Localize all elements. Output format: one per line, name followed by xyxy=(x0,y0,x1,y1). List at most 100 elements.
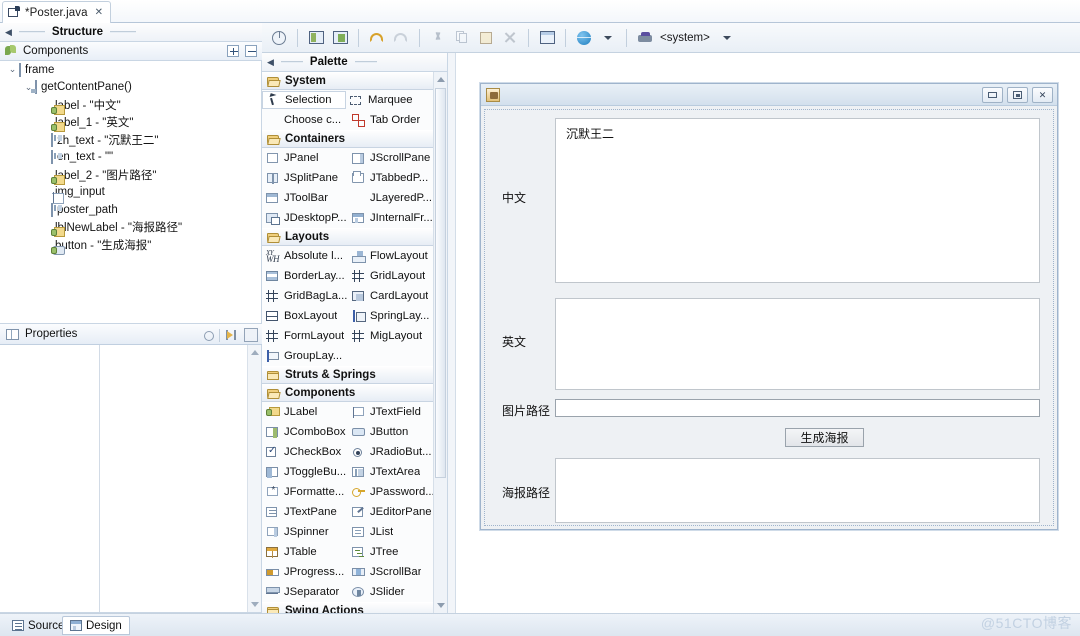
palette-item-jtabbedp[interactable]: JTabbedP... xyxy=(348,168,434,188)
cut-button[interactable] xyxy=(427,27,449,49)
palette-item-formlayout[interactable]: FormLayout xyxy=(262,326,348,346)
tree-item[interactable]: ·label_2 - "图片路径" xyxy=(0,166,261,184)
restore-default-icon[interactable] xyxy=(204,331,214,341)
palette-scrollbar[interactable] xyxy=(433,72,447,613)
palette-item-jspinner[interactable]: JSpinner xyxy=(262,522,348,542)
sync-button[interactable] xyxy=(329,27,351,49)
palette-item-jtextarea[interactable]: JTextArea xyxy=(348,462,434,482)
palette-item-gridlayout[interactable]: GridLayout xyxy=(348,266,434,286)
palette-item-jseparator[interactable]: JSeparator xyxy=(262,582,348,602)
palette-item-jeditorpane[interactable]: JEditorPane xyxy=(348,502,434,522)
tree-item[interactable]: ⌄frame xyxy=(0,61,261,79)
maximize-icon[interactable] xyxy=(1007,87,1028,103)
locale-dropdown-button[interactable] xyxy=(597,27,619,49)
swing-frame-preview[interactable]: ✕ 中文 沉默王二 英文 xyxy=(480,83,1058,530)
palette-category-swing-actions[interactable]: Swing Actions xyxy=(262,602,434,613)
palette-item-jradiobut[interactable]: JRadioBut... xyxy=(348,442,434,462)
palette-item-gridbagla[interactable]: GridBagLa... xyxy=(262,286,348,306)
scroll-down-icon[interactable] xyxy=(437,603,445,608)
tree-item[interactable]: ·zh_text - "沉默王二" xyxy=(0,131,261,149)
refresh-button[interactable] xyxy=(268,27,290,49)
palette-item-jlabel[interactable]: JLabel xyxy=(262,402,348,422)
palette-item-springlay[interactable]: SpringLay... xyxy=(348,306,434,326)
component-tree[interactable]: ⌄frame⌄getContentPane()·label - "中文"·lab… xyxy=(0,61,262,323)
paste-button[interactable] xyxy=(475,27,497,49)
palette-item-jtoolbar[interactable]: JToolBar xyxy=(262,188,348,208)
palette-item-jtextpane[interactable]: JTextPane xyxy=(262,502,348,522)
look-and-feel-dropdown-button[interactable] xyxy=(716,27,738,49)
expand-twisty-icon[interactable]: ⌄ xyxy=(6,64,19,75)
frame-content-pane[interactable]: 中文 沉默王二 英文 图片路径 xyxy=(484,109,1054,526)
palette-item-tab-order[interactable]: Tab Order xyxy=(348,110,434,130)
design-canvas[interactable]: ✕ 中文 沉默王二 英文 xyxy=(448,53,1080,613)
scroll-up-icon[interactable] xyxy=(437,77,445,82)
close-icon[interactable]: ✕ xyxy=(95,7,103,18)
undo-button[interactable] xyxy=(366,27,388,49)
palette-item-jscrollpane[interactable]: JScrollPane xyxy=(348,148,434,168)
palette-item-jlist[interactable]: JList xyxy=(348,522,434,542)
palette-item-jscrollbar[interactable]: JScrollBar xyxy=(348,562,434,582)
textfield-img-path[interactable] xyxy=(555,399,1040,417)
palette-category-system[interactable]: System xyxy=(262,72,434,90)
palette-item-selection[interactable]: Selection xyxy=(262,91,346,109)
goto-definition-icon[interactable] xyxy=(244,328,258,342)
palette[interactable]: SystemSelectionMarqueeChoose c...Tab Ord… xyxy=(262,72,448,613)
tree-item[interactable]: ·button - "生成海报" xyxy=(0,236,261,254)
show-advanced-icon[interactable] xyxy=(225,328,239,342)
textarea-poster-path[interactable] xyxy=(555,458,1040,523)
palette-item-jtogglebu[interactable]: JToggleBu... xyxy=(262,462,348,482)
palette-item-borderlay[interactable]: BorderLay... xyxy=(262,266,348,286)
palette-item-jinternalfr[interactable]: JInternalFr... xyxy=(348,208,434,228)
tree-item[interactable]: ·label - "中文" xyxy=(0,96,261,114)
palette-item-jtree[interactable]: JTree xyxy=(348,542,434,562)
tree-item[interactable]: ·poster_path xyxy=(0,201,261,219)
palette-category-containers[interactable]: Containers xyxy=(262,130,434,148)
palette-item-jsplitpane[interactable]: JSplitPane xyxy=(262,168,348,188)
palette-item-jlayeredp[interactable]: JLayeredP... xyxy=(348,188,434,208)
textarea-zh[interactable]: 沉默王二 xyxy=(555,118,1040,283)
palette-item-flowlayout[interactable]: FlowLayout xyxy=(348,246,434,266)
palette-item-jpassword[interactable]: JPassword... xyxy=(348,482,434,502)
scroll-down-icon[interactable] xyxy=(251,602,259,607)
palette-item-marquee[interactable]: Marquee xyxy=(346,90,432,110)
palette-item-jcheckbox[interactable]: JCheckBox xyxy=(262,442,348,462)
redo-button[interactable] xyxy=(390,27,412,49)
properties-table[interactable] xyxy=(0,345,262,613)
close-icon[interactable]: ✕ xyxy=(1032,87,1053,103)
palette-category-layouts[interactable]: Layouts xyxy=(262,228,434,246)
scrollbar-thumb[interactable] xyxy=(435,88,446,478)
palette-item-jpanel[interactable]: JPanel xyxy=(262,148,348,168)
minimize-icon[interactable] xyxy=(982,87,1003,103)
properties-scrollbar[interactable] xyxy=(247,345,261,612)
chevron-left-icon[interactable]: ◀ xyxy=(5,27,12,38)
tree-item[interactable]: ·label_1 - "英文" xyxy=(0,114,261,132)
palette-item-jformatte[interactable]: JFormatte... xyxy=(262,482,348,502)
palette-item-jprogress[interactable]: JProgress... xyxy=(262,562,348,582)
palette-category-components[interactable]: Components xyxy=(262,384,434,402)
palette-item-choose-c[interactable]: Choose c... xyxy=(262,110,348,130)
tree-item[interactable]: ⌄getContentPane() xyxy=(0,79,261,97)
chevron-left-icon[interactable]: ◀ xyxy=(267,57,274,68)
delete-button[interactable] xyxy=(499,27,521,49)
palette-item-jbutton[interactable]: JButton xyxy=(348,422,434,442)
locale-button[interactable] xyxy=(573,27,595,49)
tab-design[interactable]: Design xyxy=(62,616,130,635)
tree-item[interactable]: ·img_input xyxy=(0,184,261,202)
test-window-button[interactable] xyxy=(536,27,558,49)
palette-item-cardlayout[interactable]: CardLayout xyxy=(348,286,434,306)
palette-item-grouplay[interactable]: GroupLay... xyxy=(262,346,348,366)
palette-item-absolute-l[interactable]: XYWHAbsolute l... xyxy=(262,246,348,266)
generate-poster-button[interactable]: 生成海报 xyxy=(785,428,864,447)
editor-tab-poster-java[interactable]: *Poster.java ✕ xyxy=(2,1,111,23)
open-in-editor-button[interactable] xyxy=(305,27,327,49)
look-and-feel-selector[interactable]: <system> xyxy=(634,27,738,49)
palette-item-miglayout[interactable]: MigLayout xyxy=(348,326,434,346)
tree-item[interactable]: ·lblNewLabel - "海报路径" xyxy=(0,219,261,237)
palette-category-struts-springs[interactable]: Struts & Springs xyxy=(262,366,434,384)
collapse-all-button[interactable] xyxy=(245,45,257,57)
copy-button[interactable] xyxy=(451,27,473,49)
expand-all-button[interactable] xyxy=(227,45,239,57)
tree-item[interactable]: ·en_text - "" xyxy=(0,149,261,167)
textarea-en[interactable] xyxy=(555,298,1040,390)
palette-item-jdesktopp[interactable]: JDesktopP... xyxy=(262,208,348,228)
